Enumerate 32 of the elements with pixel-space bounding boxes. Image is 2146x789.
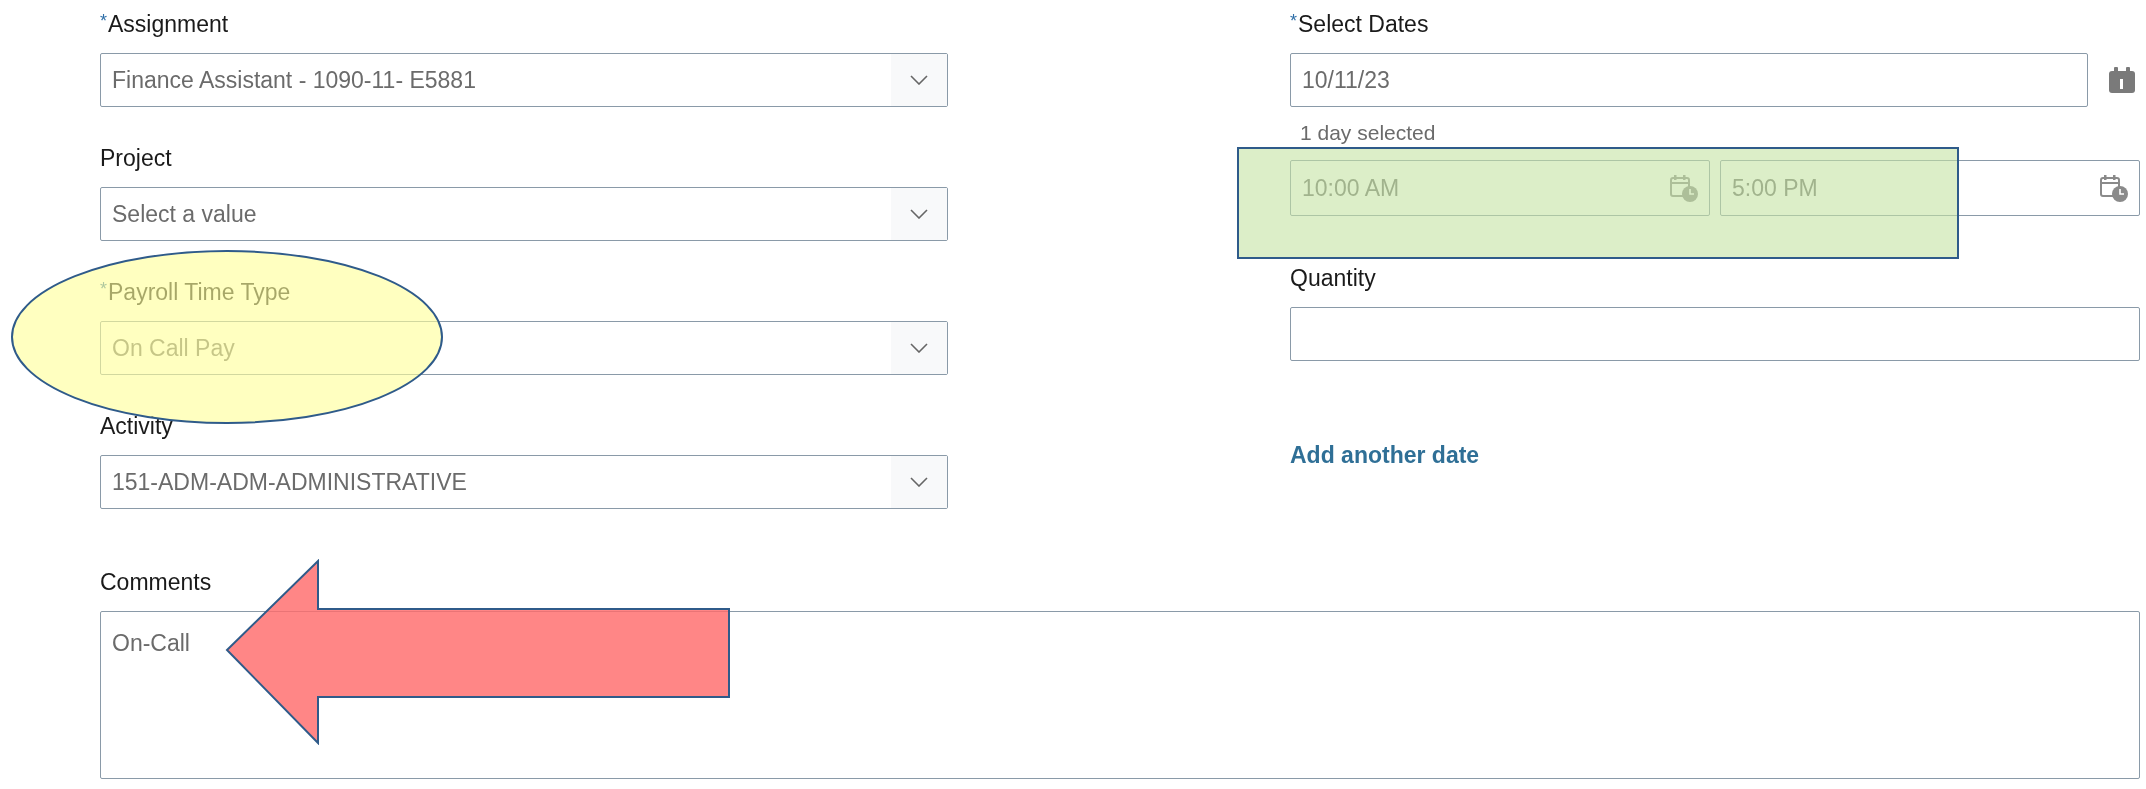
required-marker: * <box>1290 11 1297 32</box>
selection-summary: 1 day selected <box>1300 120 1437 146</box>
field-label: Assignment <box>108 10 229 38</box>
field-label: Comments <box>100 568 212 596</box>
calendar-clock-icon <box>2099 173 2129 203</box>
field-value: On Call Pay <box>111 334 235 362</box>
quantity-field[interactable] <box>1290 307 2140 361</box>
chevron-down-icon <box>910 209 928 219</box>
chevron-down-icon <box>910 343 928 353</box>
field-value: 10:00 AM <box>1301 174 1400 202</box>
dropdown-field[interactable]: 151-ADM-ADM-ADMINISTRATIVE <box>100 455 948 509</box>
field-label: Payroll Time Type <box>108 278 291 306</box>
field-label: Project <box>100 144 172 172</box>
calendar-icon <box>2108 66 2136 94</box>
required-marker: * <box>100 11 107 32</box>
chevron-down-icon <box>910 477 928 487</box>
field-label: Activity <box>100 412 173 440</box>
date-field[interactable]: 10/11/23 <box>1290 53 2088 107</box>
calendar-clock-icon <box>1669 173 1699 203</box>
dropdown-field[interactable]: Finance Assistant - 1090-11- E5881 <box>100 53 948 107</box>
field-value: Select a value <box>111 200 257 228</box>
dropdown-field[interactable]: Select a value <box>100 187 948 241</box>
field-value: Finance Assistant - 1090-11- E5881 <box>111 66 476 94</box>
field-value: 10/11/23 <box>1301 66 1390 94</box>
field-value: 151-ADM-ADM-ADMINISTRATIVE <box>111 468 467 496</box>
field-label: Quantity <box>1290 264 1376 292</box>
add-date-link[interactable]: Add another date <box>1290 442 2140 469</box>
required-marker: * <box>100 279 107 300</box>
field-value: 5:00 PM <box>1731 174 1818 202</box>
field-label: Select Dates <box>1298 10 1429 38</box>
chevron-down-icon <box>910 75 928 85</box>
field-value: On-Call <box>111 630 190 656</box>
